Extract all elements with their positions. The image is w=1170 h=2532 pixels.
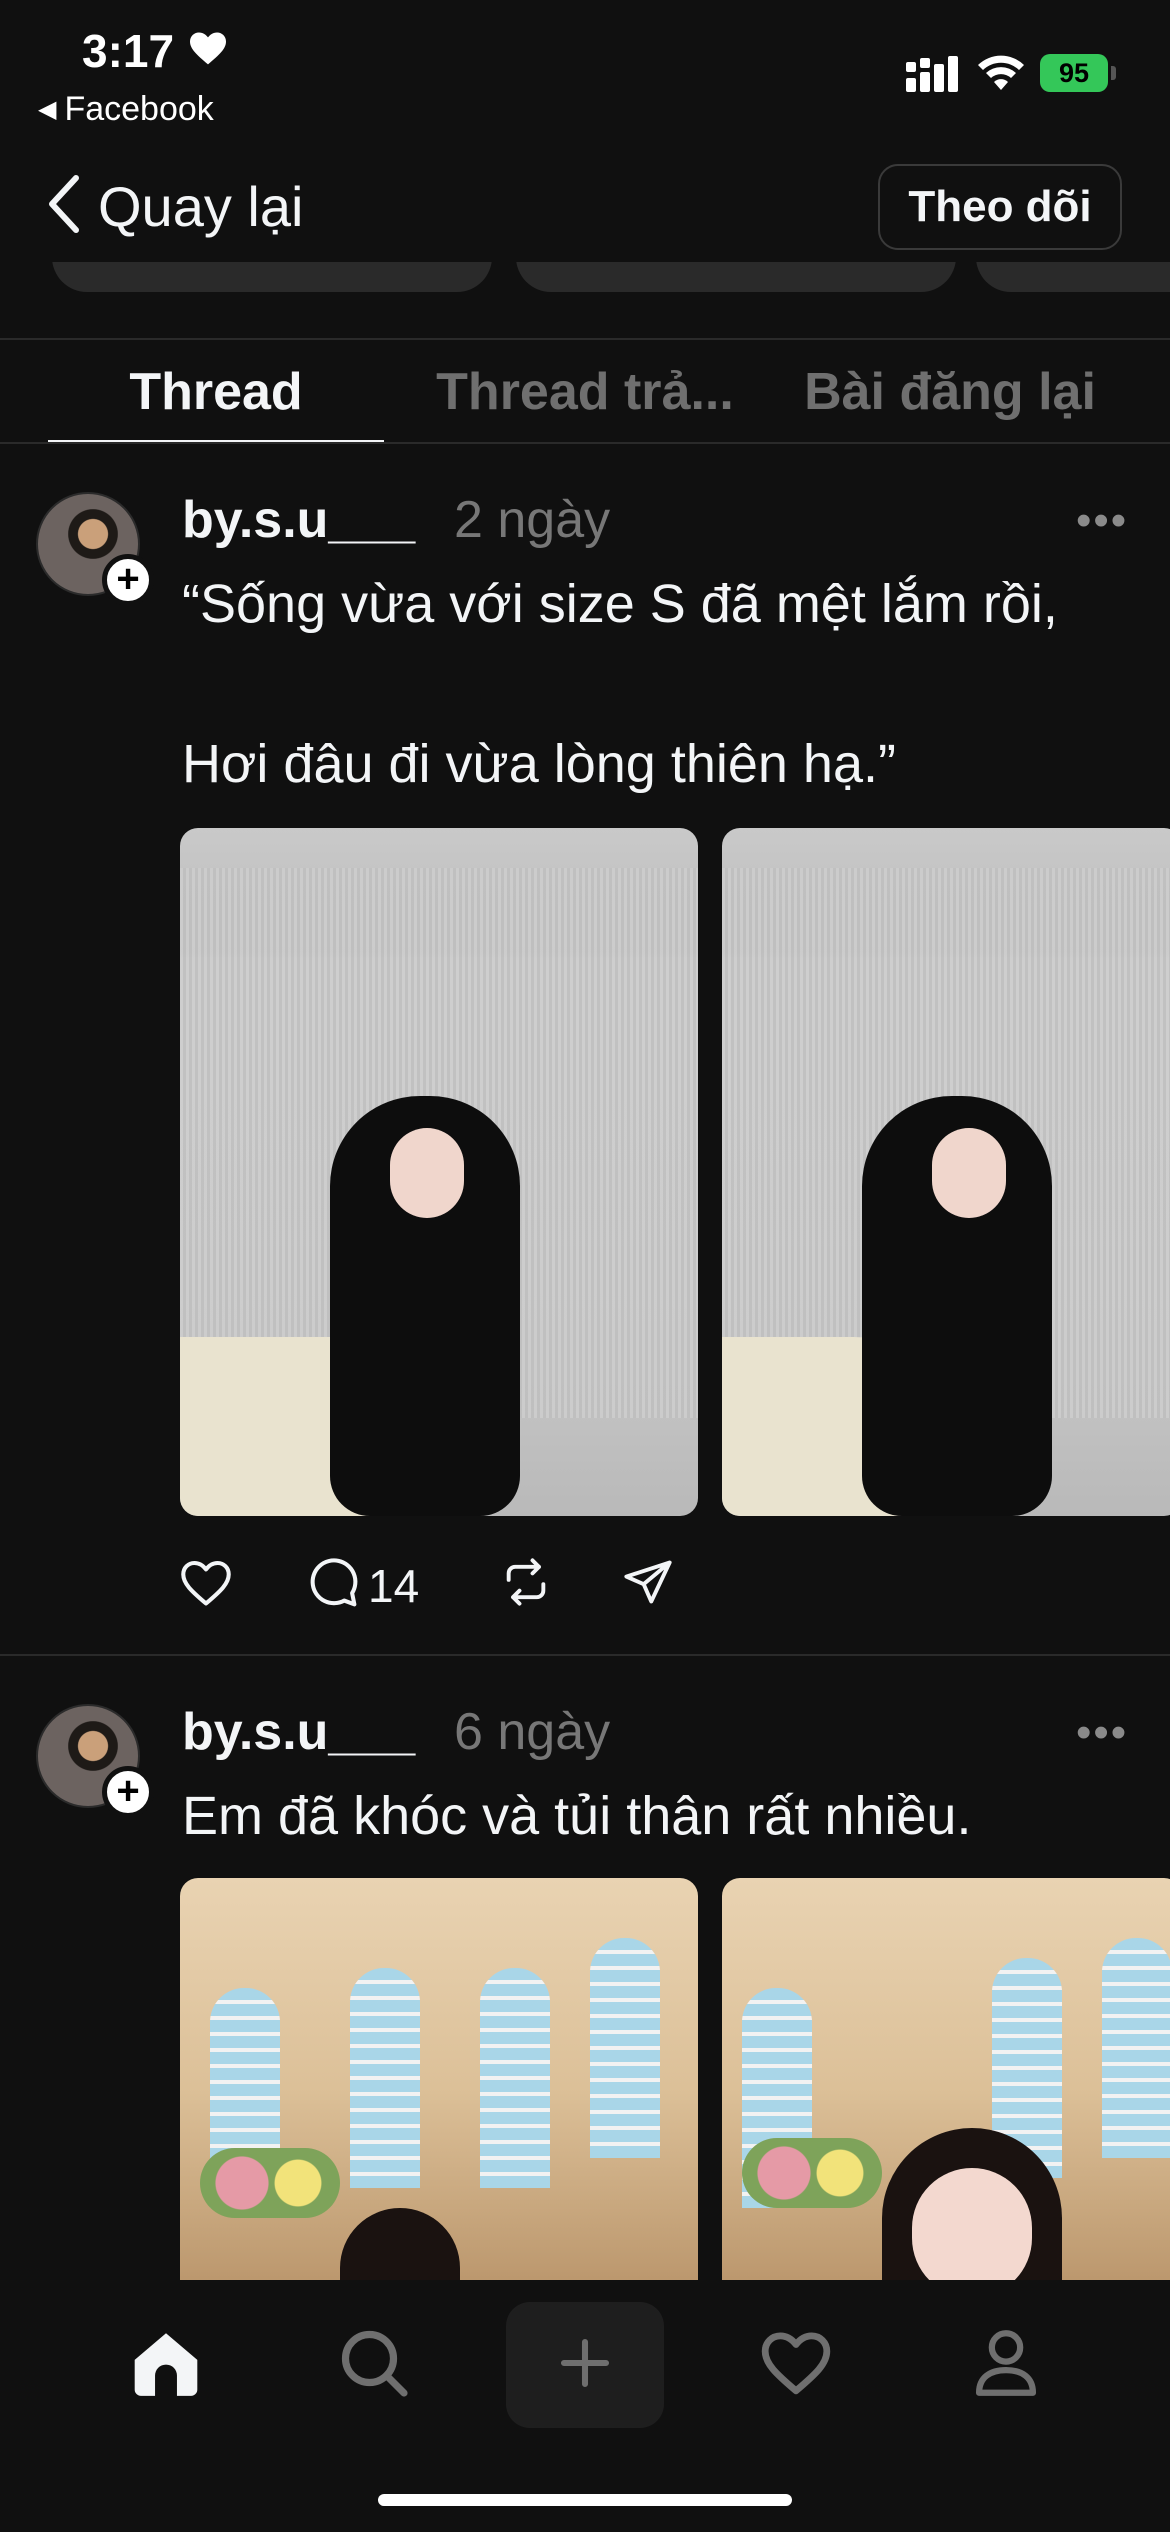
back-app-label: Facebook: [64, 90, 214, 128]
post-image[interactable]: [180, 1878, 698, 2298]
cellular-signal-icon: [906, 56, 960, 99]
follow-plus-icon[interactable]: +: [102, 1766, 154, 1818]
divider: [0, 1654, 1170, 1656]
post-text: Em đã khóc và tủi thân rất nhiều.: [182, 1786, 972, 1846]
status-time: 3:17: [82, 25, 175, 77]
like-button[interactable]: [178, 1558, 234, 1613]
profile-icon: [972, 2327, 1040, 2404]
post-image[interactable]: [180, 828, 698, 1516]
back-button[interactable]: Quay lại: [46, 168, 303, 244]
chevron-left-icon: [46, 174, 82, 239]
chip[interactable]: [52, 262, 492, 292]
reply-button[interactable]: 14: [306, 1556, 419, 1615]
tab-reposts[interactable]: Bài đăng lại: [780, 340, 1120, 444]
post-username[interactable]: by.s.u___: [182, 1702, 415, 1762]
wifi-icon: [976, 54, 1026, 97]
repost-icon: [500, 1556, 552, 1613]
nav-activity[interactable]: [726, 2300, 866, 2430]
home-icon: [128, 2327, 204, 2404]
heart-icon: [759, 2329, 833, 2402]
battery-indicator: 95: [1040, 54, 1108, 92]
heart-status-icon: [188, 30, 228, 71]
chip[interactable]: [516, 262, 956, 292]
plus-icon: [557, 2335, 613, 2396]
post-image[interactable]: [722, 828, 1170, 1516]
nav-profile[interactable]: [936, 2300, 1076, 2430]
reply-count: 14: [368, 1559, 420, 1612]
nav-home[interactable]: [96, 2300, 236, 2430]
home-indicator: [378, 2494, 792, 2506]
back-label: Quay lại: [98, 174, 304, 238]
back-to-app-link[interactable]: ◀ Facebook: [38, 90, 214, 129]
more-options-icon[interactable]: •••: [1076, 496, 1128, 546]
more-options-icon[interactable]: •••: [1076, 1708, 1128, 1758]
post-image[interactable]: [722, 1878, 1170, 2298]
battery-tip: [1111, 66, 1116, 80]
heart-icon: [178, 1558, 234, 1613]
chips-row: [0, 262, 1170, 296]
nav-search[interactable]: [304, 2300, 444, 2430]
comment-icon: [306, 1556, 360, 1615]
profile-tabs: Thread Thread trả... Bài đăng lại: [0, 340, 1170, 444]
status-bar: 3:17 ◀ Facebook 95: [0, 0, 1170, 140]
share-icon: [622, 1556, 674, 1613]
divider: [0, 442, 1170, 444]
nav-create[interactable]: [506, 2302, 664, 2428]
back-triangle-icon: ◀: [38, 96, 57, 123]
post-time: 2 ngày: [454, 491, 611, 549]
repost-button[interactable]: [500, 1556, 552, 1613]
follow-plus-icon[interactable]: +: [102, 554, 154, 606]
search-icon: [338, 2327, 410, 2404]
follow-button[interactable]: Theo dõi: [878, 164, 1122, 250]
tab-thread[interactable]: Thread: [48, 340, 384, 444]
post-username[interactable]: by.s.u___: [182, 490, 415, 550]
post-text: “Sống vừa với size S đã mệt lắm rồi, Hơi…: [182, 574, 1058, 794]
share-button[interactable]: [622, 1556, 674, 1613]
post-time: 6 ngày: [454, 1703, 611, 1761]
chip[interactable]: [976, 262, 1170, 292]
tab-thread-replies[interactable]: Thread trả...: [410, 340, 760, 444]
